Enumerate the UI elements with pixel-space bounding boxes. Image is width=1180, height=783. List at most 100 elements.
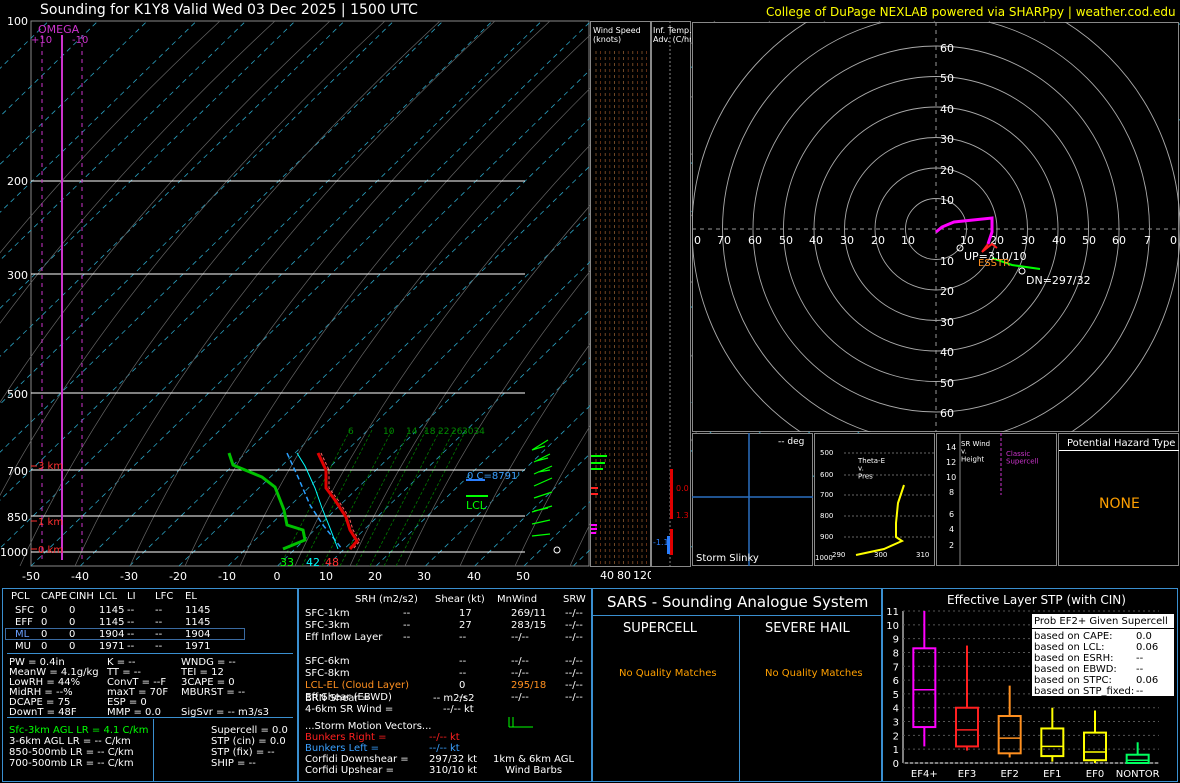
sars-hail-result: No Quality Matches [765,668,863,679]
stp-box-iqr [955,706,979,748]
parcel-cell: -- [127,629,135,640]
hodograph: 0 70 60 50 40 30 20 10 10 20 30 40 50 60… [692,22,1180,432]
height-marker-1km: 1 km [38,517,63,528]
kinematic-cell: --/-- [511,632,529,643]
parcel-cell: -- [155,617,163,628]
composite-index: STP (cin) = 0.0 [211,736,286,747]
storm-motion-title: ...Storm Motion Vectors... [305,721,432,732]
composite-index: SHIP = -- [211,758,256,769]
stp-legend-value: -- [1136,686,1144,697]
temp-tick: -50 [22,570,40,583]
theta-pres-tick: 600 [820,471,833,479]
kinematic-cell: --/-- [511,656,529,667]
freezing-level-label: 0 C=8791' [467,471,520,482]
stp-legend: Prob EF2+ Given Supercell based on CAPE:… [1031,613,1175,697]
stp-legend-label: based on STPC: [1034,675,1112,686]
stp-x-tick: EF0 [1086,769,1104,780]
parcel-cell: -- [155,605,163,616]
temp-tick: -30 [120,570,138,583]
lapse-rate: 850-500mb LR = -- C/km [9,747,134,758]
hazard-panel: Potential Hazard Type NONE [1058,433,1179,566]
hodo-y-label: 60 [940,42,954,55]
mean-wind-label: ESSTR [978,258,1010,269]
index-value: MMP = 0.0 [107,707,161,718]
hodo-x-label: 50 [1082,234,1096,247]
stp-x-tick: EF1 [1043,769,1061,780]
kinematic-cell: -- [459,656,467,667]
temp-tick: -20 [169,570,187,583]
stp-y-tick: 6 [893,676,899,687]
theta-pres-tick: 500 [820,449,833,457]
hodo-x-label: 10 [960,234,974,247]
sr-height-tick: 6 [949,510,954,519]
parcel-cell: 0 [41,629,48,640]
lapse-rate: 3-6km AGL LR = -- C/km [9,736,131,747]
theta-pres-tick: 800 [820,512,833,520]
wind-speed-frame [590,21,651,567]
hazard-value: NONE [1099,496,1140,512]
sars-title: SARS - Sounding Analogue System [607,593,869,611]
composite-index: STP (fix) = -- [211,747,275,758]
kinematic-cell: -- [459,668,467,679]
parcel-cell: 1145 [185,605,211,616]
stp-legend-label: based on CAPE: [1034,631,1113,642]
stp-x-tick: EF4+ [911,769,938,780]
stp-legend-label: based on STP_fixed: [1034,686,1135,697]
kinematic-cell: --/-- [511,692,529,703]
hodo-x-label: 10 [901,234,915,247]
sr-wind-frame [936,433,1057,566]
hodo-y-label: 60 [940,407,954,420]
storm-motion-value: 297/32 kt [429,754,478,765]
kinematic-cell: --/-- [565,632,583,643]
pressure-label: 300 [7,269,28,282]
temperature-labels: -50 -40 -30 -20 -10 0 10 20 30 40 50 [22,570,530,583]
brn-shear-label: BRN Shear = [305,693,371,704]
storm-motion-value: --/-- kt [429,743,460,754]
kinematic-cell: 17 [459,608,472,619]
index-value: DownT = 48F [9,707,77,718]
parcel-header: LI [127,591,136,602]
kinematic-cell: -- [403,620,411,631]
parcel-cell: 1904 [99,629,125,640]
inf-temp-value: -1.1 [653,538,669,547]
slinky-label: Storm Slinky [696,553,759,564]
parcel-header: CAPE [41,591,68,602]
hazard-divider [1059,450,1179,451]
brn-shear-value: -- m2/s2 [433,693,475,704]
skewt-frame [30,20,590,567]
parcel-cell: -- [127,617,135,628]
stp-legend-value: -- [1136,653,1144,664]
kinematics-panel: SRH (m2/s2) Shear (kt) MnWind SRW SFC-1km -- 1… [298,588,592,782]
parcel-cell: 1904 [185,629,211,640]
temp-tick: 30 [417,570,431,583]
barb-label: 1km & 6km AGL Wind Barbs [493,754,575,776]
mixing-ratio-label: 26 [451,427,463,437]
hodo-y-label: 40 [940,103,954,116]
stp-legend-label: based on ESRH: [1034,653,1114,664]
parcel-divider [7,653,293,654]
hodograph-frame [692,22,1179,432]
parcel-header: LCL [99,591,118,602]
kinematic-cell: SFC-1km [305,608,350,619]
storm-motion-value: --/-- kt [429,732,460,743]
kinematic-cell: -- [459,632,467,643]
stp-legend-label: based on EBWD: [1034,664,1117,675]
height-marker-3km: 3 km [38,461,63,472]
parcel-cell: 0 [69,629,76,640]
mixing-ratio-label: 14 [406,427,418,437]
hodo-x-label: 20 [871,234,885,247]
parcel-cell: 0 [41,617,48,628]
stp-box [955,645,979,751]
sars-vertical-divider [739,615,740,781]
sr-height-tick: 10 [946,473,956,482]
pressure-label: 500 [7,388,28,401]
stp-legend-value: 0.06 [1136,675,1159,686]
stp-legend-divider [1032,628,1174,629]
kinematic-cell: SFC-8km [305,668,350,679]
parcel-cell: 1971 [99,641,125,652]
sr-height-tick: 12 [946,458,956,467]
sfc-dewpoint-value: 33 [280,556,294,569]
sr-height-tick: 4 [949,525,954,534]
kinematic-cell: --/-- [565,692,583,703]
pressure-labels: 100 200 300 500 700 850 1000 [0,15,28,559]
